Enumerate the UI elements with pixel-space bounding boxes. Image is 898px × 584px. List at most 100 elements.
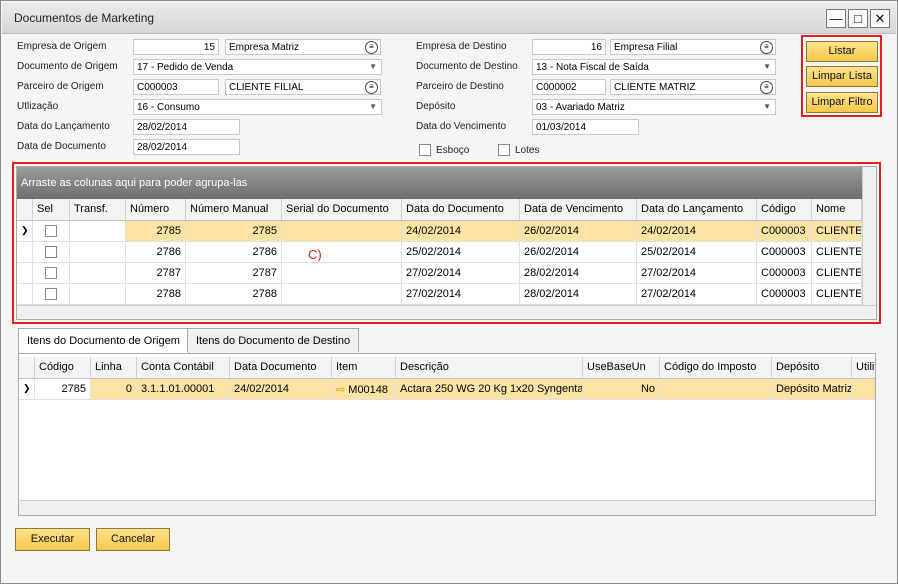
col-codigo[interactable]: Código	[35, 357, 91, 379]
col-numero[interactable]: Número	[126, 199, 186, 221]
deposito-cell[interactable]: Depósito Matriz	[772, 379, 852, 400]
col-item[interactable]: Item	[332, 357, 396, 379]
col-numero-manual[interactable]: Número Manual	[186, 199, 282, 221]
minimize-icon[interactable]: —	[826, 9, 846, 28]
data-vencimento-cell[interactable]: 28/02/2014	[520, 263, 637, 284]
col-nome[interactable]: Nome	[812, 199, 862, 221]
col-data-documento[interactable]: Data do Documento	[402, 199, 520, 221]
serial-cell[interactable]	[282, 242, 402, 263]
documento-origem-select[interactable]: 17 - Pedido de Venda ▼	[133, 59, 382, 75]
numero-cell[interactable]: 2785	[126, 221, 186, 242]
numero-manual-cell[interactable]: 2788	[186, 284, 282, 305]
list-icon[interactable]: ≡	[760, 81, 773, 94]
codigo-cell[interactable]: 2785	[35, 379, 91, 400]
tab-itens-origem[interactable]: Itens do Documento de Origem	[18, 328, 189, 353]
data-vencimento-cell[interactable]: 26/02/2014	[520, 221, 637, 242]
sel-checkbox[interactable]	[45, 246, 57, 258]
nome-cell[interactable]: CLIENTE F	[812, 263, 862, 284]
codigo-cell[interactable]: C000003	[757, 242, 812, 263]
col-codigo[interactable]: Código	[757, 199, 812, 221]
data-documento-field[interactable]: 28/02/2014	[133, 139, 240, 155]
horizontal-scrollbar[interactable]	[17, 305, 876, 319]
empresa-destino-name[interactable]: Empresa Filial ≡	[610, 39, 776, 55]
col-utili[interactable]: Utili	[852, 357, 875, 379]
sel-checkbox[interactable]	[45, 288, 57, 300]
list-icon[interactable]: ≡	[365, 81, 378, 94]
col-usebaseun[interactable]: UseBaseUn	[583, 357, 660, 379]
col-serial[interactable]: Serial do Documento	[282, 199, 402, 221]
data-lancamento-cell[interactable]: 27/02/2014	[637, 263, 757, 284]
maximize-icon[interactable]: □	[848, 9, 868, 28]
empresa-origem-code[interactable]: 15	[133, 39, 219, 55]
cancelar-button[interactable]: Cancelar	[96, 528, 170, 551]
codigo-imposto-cell[interactable]	[660, 379, 772, 400]
col-codigo-imposto[interactable]: Código do Imposto	[660, 357, 772, 379]
data-documento-cell[interactable]: 25/02/2014	[402, 242, 520, 263]
data-lancamento-cell[interactable]: 25/02/2014	[637, 242, 757, 263]
serial-cell[interactable]	[282, 284, 402, 305]
list-icon[interactable]: ≡	[365, 41, 378, 54]
data-lancamento-cell[interactable]: 24/02/2014	[637, 221, 757, 242]
sel-cell[interactable]	[33, 242, 70, 263]
parceiro-destino-code[interactable]: C000002	[532, 79, 606, 95]
col-data-documento[interactable]: Data Documento	[230, 357, 332, 379]
list-icon[interactable]: ≡	[760, 41, 773, 54]
descricao-cell[interactable]: Actara 250 WG 20 Kg 1x20 Syngenta	[396, 379, 583, 400]
limpar-filtro-button[interactable]: Limpar Filtro	[806, 92, 878, 113]
vertical-scrollbar[interactable]	[862, 167, 876, 305]
executar-button[interactable]: Executar	[15, 528, 90, 551]
col-linha[interactable]: Linha	[91, 357, 137, 379]
numero-manual-cell[interactable]: 2786	[186, 242, 282, 263]
listar-button[interactable]: Listar	[806, 41, 878, 62]
limpar-lista-button[interactable]: Limpar Lista	[806, 66, 878, 87]
tab-itens-destino[interactable]: Itens do Documento de Destino	[187, 328, 360, 352]
col-transf[interactable]: Transf.	[70, 199, 126, 221]
codigo-cell[interactable]: C000003	[757, 263, 812, 284]
sel-cell[interactable]	[33, 221, 70, 242]
link-arrow-icon[interactable]: ⇨	[336, 384, 345, 396]
codigo-cell[interactable]: C000003	[757, 221, 812, 242]
col-data-lancamento[interactable]: Data do Lançamento	[637, 199, 757, 221]
nome-cell[interactable]: CLIENTE F	[812, 221, 862, 242]
data-vencimento-cell[interactable]: 26/02/2014	[520, 242, 637, 263]
sel-cell[interactable]	[33, 284, 70, 305]
esboco-checkbox[interactable]	[419, 144, 431, 156]
codigo-cell[interactable]: C000003	[757, 284, 812, 305]
usebaseun-cell[interactable]: No	[583, 379, 660, 400]
col-data-vencimento[interactable]: Data de Vencimento	[520, 199, 637, 221]
sel-checkbox[interactable]	[45, 225, 57, 237]
linha-cell[interactable]: 0	[91, 379, 137, 400]
parceiro-origem-code[interactable]: C000003	[133, 79, 219, 95]
data-documento-cell[interactable]: 24/02/2014	[230, 379, 332, 400]
col-conta-contabil[interactable]: Conta Contábil	[137, 357, 230, 379]
close-icon[interactable]: ✕	[870, 9, 890, 28]
documento-destino-select[interactable]: 13 - Nota Fiscal de Saída ▼	[532, 59, 776, 75]
serial-cell[interactable]	[282, 221, 402, 242]
data-documento-cell[interactable]: 27/02/2014	[402, 263, 520, 284]
parceiro-origem-name[interactable]: CLIENTE FILIAL ≡	[225, 79, 381, 95]
col-sel[interactable]: Sel	[33, 199, 70, 221]
col-descricao[interactable]: Descrição	[396, 357, 583, 379]
data-lancamento-field[interactable]: 28/02/2014	[133, 119, 240, 135]
nome-cell[interactable]: CLIENTE F	[812, 284, 862, 305]
conta-contabil-cell[interactable]: 3.1.1.01.00001	[137, 379, 230, 400]
horizontal-scrollbar[interactable]	[19, 500, 875, 515]
numero-cell[interactable]: 2787	[126, 263, 186, 284]
sel-cell[interactable]	[33, 263, 70, 284]
utilizacao-select[interactable]: 16 - Consumo ▼	[133, 99, 382, 115]
data-vencimento-cell[interactable]: 28/02/2014	[520, 284, 637, 305]
numero-manual-cell[interactable]: 2787	[186, 263, 282, 284]
lotes-checkbox[interactable]	[498, 144, 510, 156]
serial-cell[interactable]	[282, 263, 402, 284]
data-lancamento-cell[interactable]: 27/02/2014	[637, 284, 757, 305]
group-by-area[interactable]: Arraste as colunas aqui para poder agrup…	[17, 167, 876, 199]
data-vencimento-field[interactable]: 01/03/2014	[532, 119, 639, 135]
numero-cell[interactable]: 2786	[126, 242, 186, 263]
data-documento-cell[interactable]: 24/02/2014	[402, 221, 520, 242]
item-cell[interactable]: ⇨ M00148	[332, 379, 396, 400]
numero-cell[interactable]: 2788	[126, 284, 186, 305]
utili-cell[interactable]	[852, 379, 875, 400]
empresa-origem-name[interactable]: Empresa Matriz ≡	[225, 39, 381, 55]
nome-cell[interactable]: CLIENTE F	[812, 242, 862, 263]
numero-manual-cell[interactable]: 2785	[186, 221, 282, 242]
